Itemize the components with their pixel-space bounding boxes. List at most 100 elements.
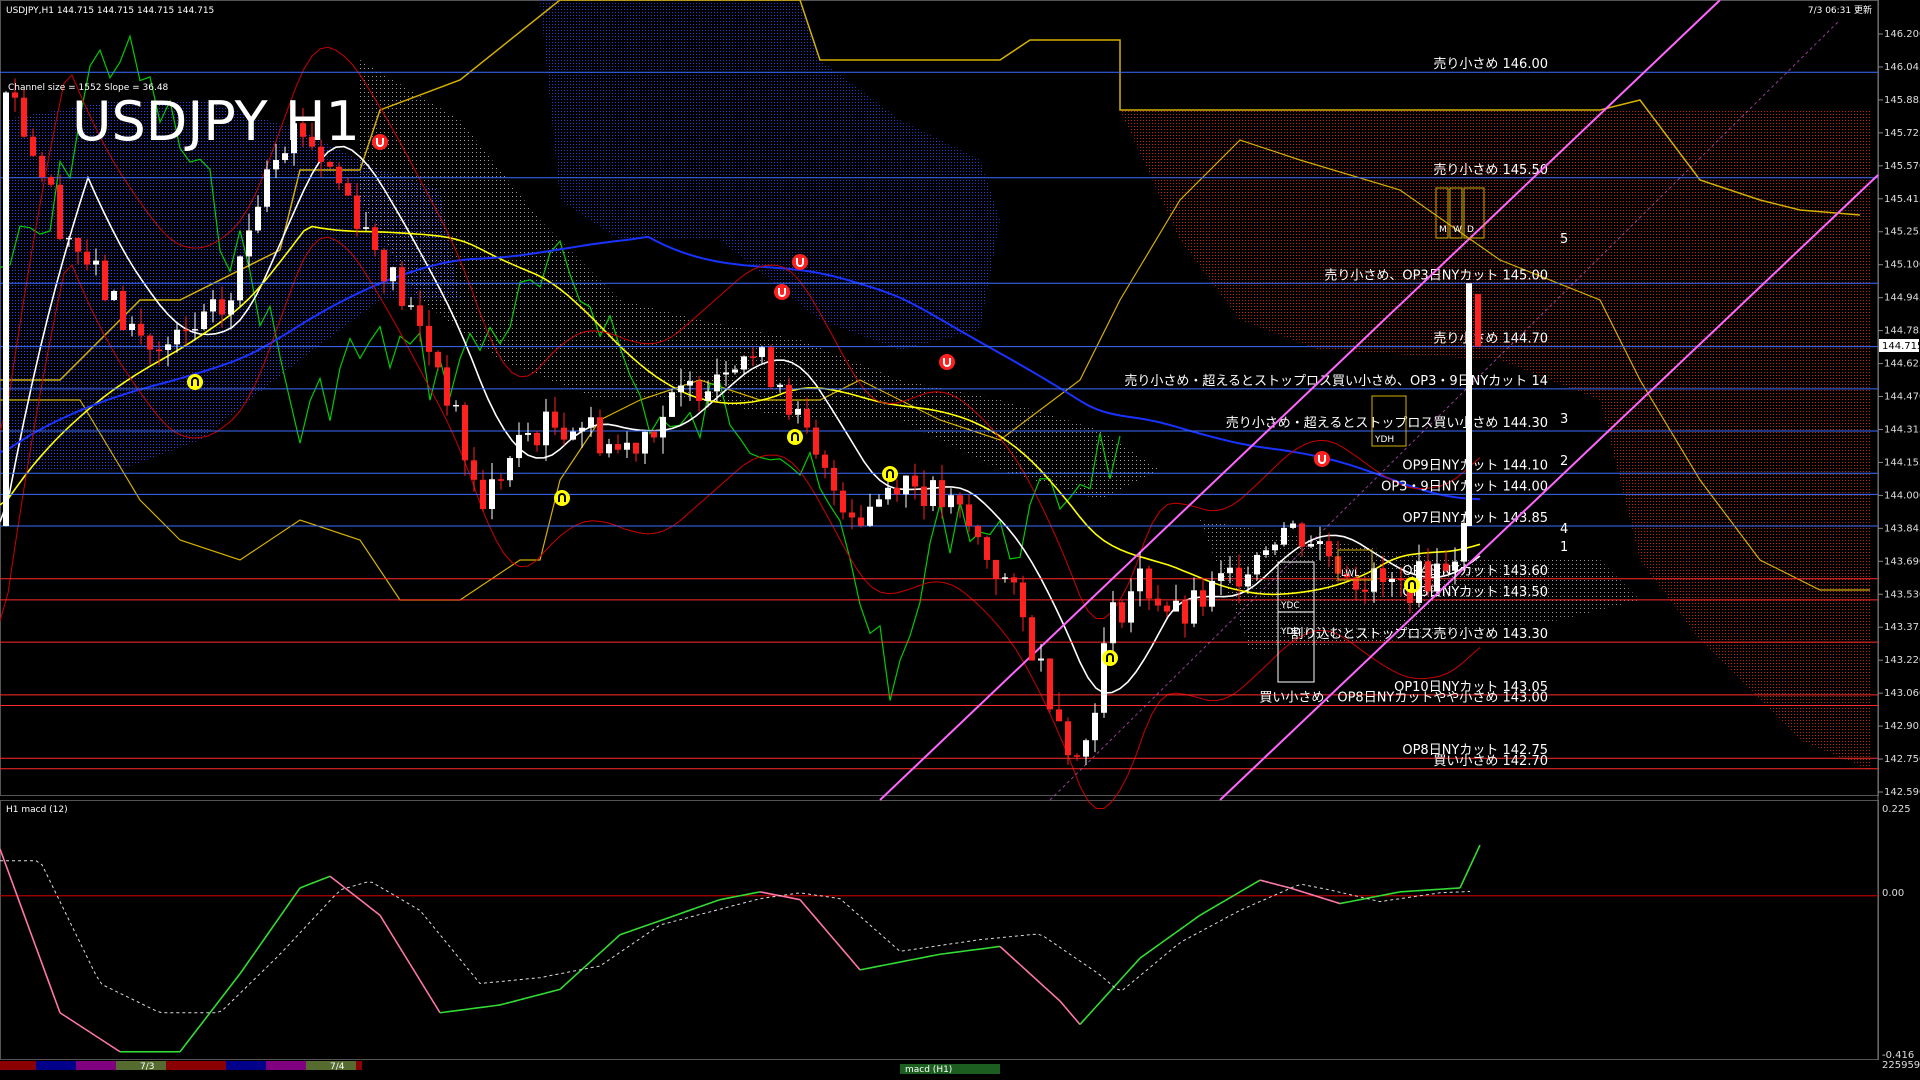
macd-segment bbox=[1389, 892, 1396, 895]
level-label-15: 買い小さめ 142.70 bbox=[1433, 754, 1548, 769]
macd-segment bbox=[259, 937, 266, 946]
macd-segment bbox=[554, 988, 561, 992]
macd-segment bbox=[654, 919, 661, 924]
box-label-m: M bbox=[1439, 225, 1447, 235]
macd-segment bbox=[229, 979, 236, 988]
candle-body bbox=[1200, 590, 1206, 607]
macd-segment bbox=[1099, 996, 1106, 1003]
candle-body bbox=[462, 404, 468, 461]
axis-label: 144.625 bbox=[1884, 359, 1920, 370]
macd-segment bbox=[459, 1008, 466, 1011]
level-label-9: OP4日NYカット 143.60 bbox=[1402, 564, 1548, 579]
candle-body bbox=[804, 408, 810, 428]
macd-segment bbox=[274, 916, 281, 925]
axis-label: 142.590 bbox=[1884, 787, 1920, 798]
fractal-down-0 bbox=[372, 134, 388, 150]
macd-segment bbox=[234, 973, 241, 981]
macd-segment bbox=[609, 938, 616, 945]
macd-segment bbox=[1224, 897, 1231, 902]
candle-body bbox=[93, 260, 99, 265]
macd-segment bbox=[639, 925, 646, 929]
candle-body bbox=[75, 237, 81, 252]
macd-segment bbox=[759, 891, 766, 894]
candle-body bbox=[885, 487, 891, 500]
candle-body bbox=[651, 431, 657, 438]
box-label-ydh: YDH bbox=[1374, 435, 1394, 445]
candle-body bbox=[1308, 543, 1314, 547]
macd-segment bbox=[1149, 946, 1156, 952]
candle-body bbox=[381, 249, 387, 282]
candle-body bbox=[102, 260, 108, 301]
candle-body bbox=[597, 417, 603, 454]
candle-body bbox=[1182, 600, 1188, 624]
candle-body bbox=[1218, 573, 1224, 581]
candle-body bbox=[471, 460, 477, 480]
macd-segment bbox=[1284, 885, 1291, 889]
candle-body bbox=[399, 267, 405, 306]
macd-segment bbox=[1054, 995, 1061, 1002]
candle-body bbox=[795, 408, 801, 415]
macd-segment bbox=[359, 899, 366, 905]
macd-segment bbox=[859, 968, 866, 971]
macd-segment bbox=[619, 932, 626, 936]
macd-segment bbox=[1219, 899, 1226, 905]
channel-number-3: 3 bbox=[1560, 412, 1568, 427]
axis-label: 142.750 bbox=[1884, 754, 1920, 765]
macd-segment bbox=[1304, 891, 1311, 895]
candle-body bbox=[66, 237, 72, 240]
macd-segment bbox=[564, 979, 571, 986]
candle-body bbox=[678, 385, 684, 393]
macd-segment bbox=[549, 989, 556, 993]
macd-segment bbox=[849, 957, 856, 965]
axis-label: 145.100 bbox=[1884, 260, 1920, 271]
macd-segment bbox=[19, 903, 26, 918]
macd-segment bbox=[1184, 921, 1191, 927]
macd-panel-frame bbox=[0, 800, 1879, 1060]
level-label-1: 売り小さめ 145.50 bbox=[1433, 162, 1548, 178]
candle-body bbox=[1398, 578, 1404, 581]
fractal-down-2 bbox=[774, 284, 790, 300]
macd-segment bbox=[1234, 891, 1241, 896]
macd-segment bbox=[529, 995, 536, 998]
macd-segment bbox=[844, 951, 851, 959]
axis-label: 146.200 bbox=[1884, 29, 1920, 40]
footer-macd-label: macd (H1) bbox=[905, 1065, 952, 1075]
macd-segment bbox=[589, 956, 596, 963]
macd-segment bbox=[209, 1005, 216, 1014]
macd-segment bbox=[44, 971, 51, 986]
macd-segment bbox=[924, 955, 931, 958]
candle-body bbox=[939, 480, 945, 508]
candle-body bbox=[1245, 574, 1251, 587]
macd-segment bbox=[1354, 898, 1361, 902]
macd-segment bbox=[389, 931, 396, 941]
macd-segment bbox=[1214, 902, 1221, 908]
time-label-7-3: 7/3 bbox=[140, 1062, 154, 1072]
candle-body bbox=[1056, 709, 1062, 722]
macd-segment bbox=[24, 916, 31, 932]
candle-body bbox=[1443, 563, 1449, 571]
chart-canvas[interactable]: 売り小さめ 146.00売り小さめ 145.50売り小さめ、OP3日NYカット … bbox=[0, 0, 1920, 1080]
macd-segment bbox=[409, 963, 416, 973]
macd-segment bbox=[969, 948, 976, 952]
channel-number-1: 1 bbox=[1560, 540, 1568, 555]
fractal-down-1 bbox=[792, 254, 808, 270]
candle-body bbox=[543, 411, 549, 446]
macd-segment bbox=[674, 912, 681, 917]
macd-segment bbox=[1264, 880, 1271, 884]
candle-body bbox=[111, 290, 117, 301]
macd-segment bbox=[1144, 950, 1151, 956]
macd-segment bbox=[744, 893, 751, 896]
cloud-red-right bbox=[1120, 110, 1870, 770]
candle-body bbox=[1173, 600, 1179, 612]
macd-segment bbox=[249, 951, 256, 960]
macd-segment bbox=[284, 901, 291, 910]
macd-segment bbox=[879, 964, 886, 967]
macd-segment bbox=[1104, 990, 1111, 998]
macd-segment bbox=[979, 947, 986, 950]
macd-segment bbox=[494, 1004, 501, 1007]
macd-segment bbox=[329, 875, 336, 881]
macd-segment bbox=[474, 1006, 481, 1010]
macd-segment bbox=[1464, 866, 1471, 878]
macd-segment bbox=[1134, 957, 1141, 965]
macd-segment bbox=[1049, 991, 1056, 998]
